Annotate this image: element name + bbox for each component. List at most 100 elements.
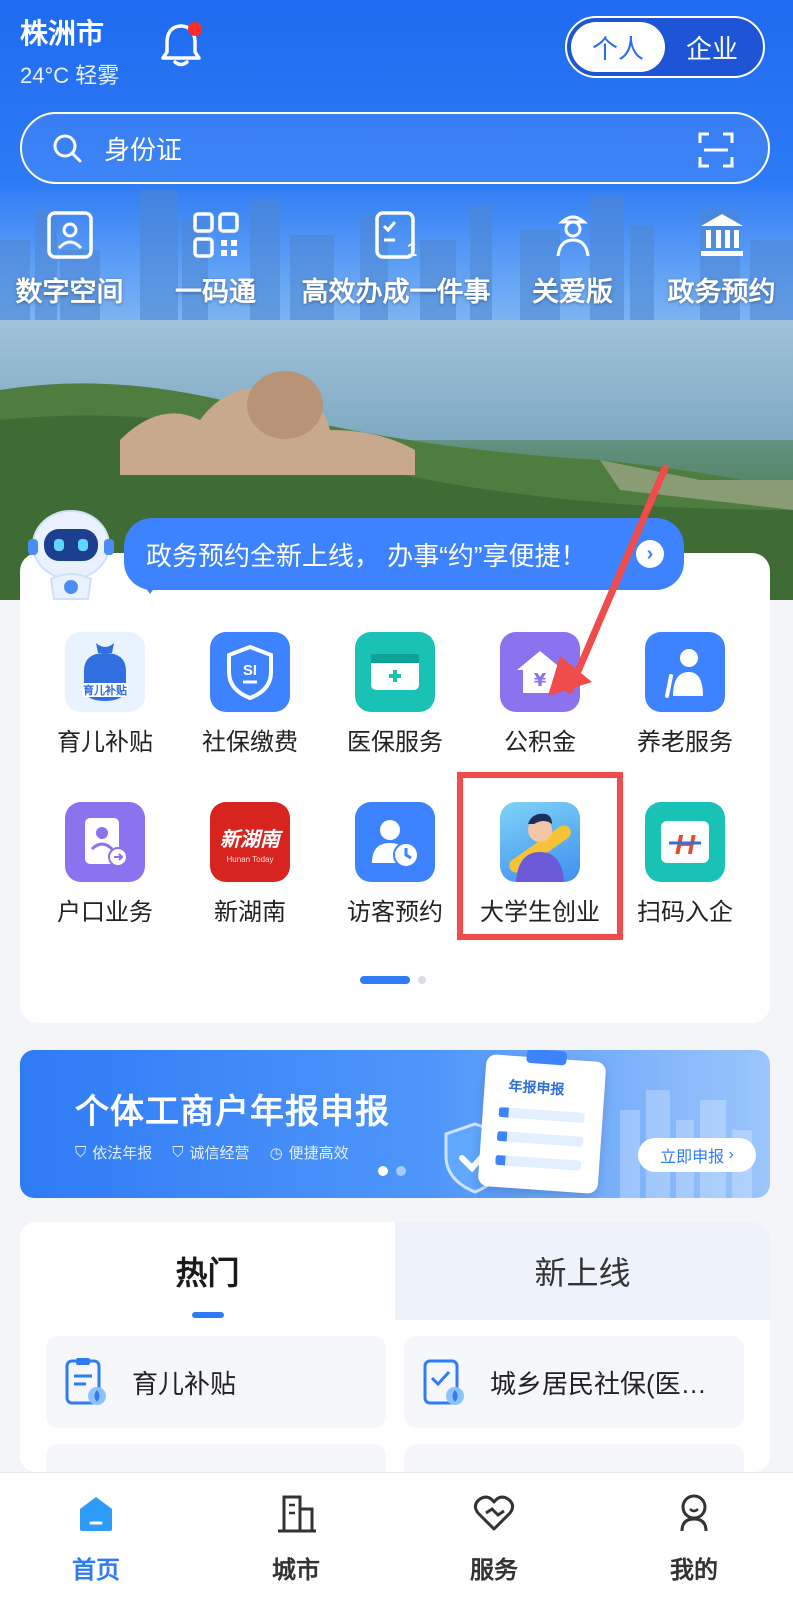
hot-item-residents-insurance[interactable]: 城乡居民社保(医… bbox=[404, 1336, 744, 1428]
quick-link-gov-appointment[interactable]: 政务预约 bbox=[664, 210, 779, 309]
hot-item-peek bbox=[46, 1444, 386, 1472]
report-document-icon: 年报申报 bbox=[477, 1050, 607, 1195]
quick-link-efficient-service[interactable]: 1 高效办成一件事 bbox=[296, 210, 496, 309]
svg-text:育儿补贴: 育儿补贴 bbox=[83, 683, 127, 697]
quick-link-digital-space[interactable]: 数字空间 bbox=[12, 210, 127, 309]
medical-insurance-icon bbox=[355, 632, 435, 712]
indicator-dot bbox=[418, 976, 426, 984]
quick-link-care-version[interactable]: 关爱版 bbox=[525, 210, 620, 309]
svg-text:Hunan Today: Hunan Today bbox=[227, 855, 274, 864]
quick-link-label: 一码通 bbox=[175, 277, 256, 307]
promo-tag: ◷ 便捷高效 bbox=[269, 1144, 349, 1163]
service-scan-enterprise[interactable]: H 扫码入企 bbox=[620, 802, 750, 927]
nav-services[interactable]: 服务 bbox=[434, 1491, 554, 1585]
shield-check-icon: ⛉ bbox=[172, 1144, 184, 1161]
quick-link-label: 政务预约 bbox=[667, 277, 776, 307]
insurance-doc-icon bbox=[423, 1359, 464, 1405]
hot-item-label: 城乡居民社保(医… bbox=[490, 1368, 707, 1399]
doc-label: 年报申报 bbox=[508, 1077, 566, 1098]
hot-services-panel: 热门 新上线 育儿补贴 城乡居民社保(医… bbox=[20, 1222, 770, 1472]
search-placeholder: 身份证 bbox=[104, 134, 183, 165]
quick-link-label: 关爱版 bbox=[532, 277, 613, 307]
service-medical-insurance[interactable]: 医保服务 bbox=[330, 632, 460, 757]
service-social-security[interactable]: SI 社保缴费 bbox=[185, 632, 315, 757]
quick-link-one-code[interactable]: 一码通 bbox=[168, 210, 263, 309]
search-icon bbox=[53, 134, 82, 163]
nav-label: 城市 bbox=[272, 1557, 320, 1584]
service-visitor-appointment[interactable]: 访客预约 bbox=[330, 802, 460, 927]
service-new-hunan[interactable]: 新湖南 Hunan Today 新湖南 bbox=[185, 802, 315, 927]
service-label: 访客预约 bbox=[347, 899, 443, 926]
annual-report-banner[interactable]: 个体工商户年报申报 ⛉ 依法年报 ⛉ 诚信经营 ◷ 便捷高效 年报申报 立即申报 › bbox=[20, 1050, 770, 1198]
hot-item-peek bbox=[404, 1444, 744, 1472]
clipboard-clip bbox=[526, 1050, 568, 1066]
childcare-subsidy-icon: 育儿补贴 bbox=[65, 632, 145, 712]
switch-enterprise[interactable]: 企业 bbox=[665, 22, 759, 72]
promo-tag: ⛉ 诚信经营 bbox=[172, 1144, 250, 1162]
promo-tag: ⛉ 依法年报 bbox=[75, 1144, 153, 1162]
robot-assistant-icon[interactable] bbox=[26, 505, 116, 601]
household-registration-icon bbox=[65, 802, 145, 882]
social-security-icon: SI bbox=[210, 632, 290, 712]
quick-link-label: 数字空间 bbox=[15, 277, 124, 307]
bottom-navigation: 首页 城市 服务 我的 bbox=[0, 1472, 793, 1599]
hot-item-childcare-subsidy[interactable]: 育儿补贴 bbox=[46, 1336, 386, 1428]
indicator-active bbox=[378, 1166, 388, 1176]
checklist-icon: 1 bbox=[375, 211, 417, 260]
nav-label: 我的 bbox=[670, 1557, 718, 1584]
search-input[interactable]: 身份证 bbox=[20, 112, 770, 184]
svg-text:1: 1 bbox=[407, 240, 417, 260]
visitor-appointment-icon bbox=[355, 802, 435, 882]
elder-care-icon bbox=[556, 215, 589, 257]
clock-icon: ◷ bbox=[269, 1144, 283, 1162]
weather-text: 24°C 轻雾 bbox=[20, 63, 120, 88]
location-weather[interactable]: 株洲市 24°C 轻雾 bbox=[20, 12, 119, 90]
switch-personal[interactable]: 个人 bbox=[571, 22, 665, 72]
nav-city[interactable]: 城市 bbox=[236, 1491, 356, 1585]
city-name[interactable]: 株洲市 bbox=[20, 12, 119, 52]
service-household-registration[interactable]: 户口业务 bbox=[40, 802, 170, 927]
carousel-indicator bbox=[360, 976, 426, 984]
quick-links: 数字空间 一码通 1 高效办成一件事 关爱版 政务预约 bbox=[0, 210, 793, 320]
city-icon bbox=[278, 1495, 316, 1533]
nav-profile[interactable]: 我的 bbox=[634, 1491, 754, 1585]
scan-enterprise-icon: H bbox=[645, 802, 725, 882]
scan-icon[interactable] bbox=[698, 132, 734, 168]
annotation-arrow-icon bbox=[548, 464, 669, 696]
quick-link-label: 高效办成一件事 bbox=[301, 277, 491, 307]
city-buildings-decor bbox=[620, 1090, 752, 1198]
svg-text:新湖南: 新湖南 bbox=[220, 827, 283, 851]
tab-new[interactable]: 新上线 bbox=[395, 1222, 770, 1320]
service-label: 社保缴费 bbox=[202, 729, 298, 756]
indicator-active bbox=[360, 976, 410, 984]
government-building-icon bbox=[700, 214, 743, 256]
service-label: 育儿补贴 bbox=[57, 729, 153, 756]
promo-carousel-indicator bbox=[378, 1166, 406, 1176]
shield-check-icon: ⛉ bbox=[75, 1144, 87, 1161]
apply-now-button[interactable]: 立即申报 › bbox=[638, 1138, 756, 1172]
nav-home[interactable]: 首页 bbox=[36, 1491, 156, 1585]
qr-code-icon bbox=[192, 212, 239, 258]
nav-label: 服务 bbox=[470, 1557, 518, 1584]
doc-lines bbox=[495, 1106, 585, 1171]
service-childcare-subsidy[interactable]: 育儿补贴 育儿补贴 bbox=[40, 632, 170, 757]
announcement-text: 政务预约全新上线， 办事“约”享便捷！ bbox=[146, 540, 587, 571]
hot-item-label: 育儿补贴 bbox=[132, 1368, 237, 1399]
notification-dot bbox=[188, 22, 202, 36]
announcement-pointer bbox=[140, 580, 160, 594]
promo-title: 个体工商户年报申报 bbox=[75, 1093, 390, 1131]
service-label: 新湖南 bbox=[214, 899, 286, 926]
highlight-box bbox=[457, 772, 623, 940]
service-heart-icon bbox=[473, 1495, 515, 1531]
tab-hot[interactable]: 热门 bbox=[20, 1222, 395, 1320]
new-hunan-icon: 新湖南 Hunan Today bbox=[210, 802, 290, 882]
promo-tags: ⛉ 依法年报 ⛉ 诚信经营 ◷ 便捷高效 bbox=[75, 1142, 349, 1163]
home-icon bbox=[80, 1497, 112, 1531]
service-label: 扫码入企 bbox=[637, 899, 733, 926]
account-type-switch[interactable]: 个人 企业 bbox=[565, 16, 765, 78]
service-label: 医保服务 bbox=[347, 729, 443, 756]
svg-text:SI: SI bbox=[243, 662, 257, 679]
tab-underline bbox=[192, 1312, 224, 1318]
profile-icon bbox=[680, 1494, 708, 1532]
id-card-icon bbox=[46, 211, 93, 259]
